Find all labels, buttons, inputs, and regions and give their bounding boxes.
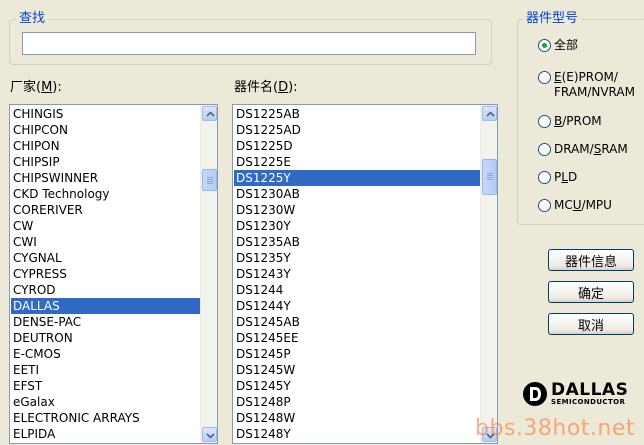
- device-type-option[interactable]: MCU/MPU: [538, 198, 612, 213]
- manufacturer-list-item[interactable]: CORERIVER: [11, 202, 200, 218]
- device-list-item[interactable]: DS1244: [234, 282, 480, 298]
- dallas-logo-icon: [523, 382, 547, 406]
- device-type-legend: 器件型号: [523, 11, 582, 26]
- device-list-item[interactable]: DS1225Y: [234, 170, 480, 186]
- chevron-up-icon: [206, 111, 215, 117]
- device-type-option[interactable]: 全部: [538, 38, 578, 53]
- device-scrollbar[interactable]: [480, 105, 497, 443]
- manufacturer-list: CHINGIS CHIPCON CHIPON CHIPSIP CHIPSWINNER CK…: [11, 106, 200, 442]
- radio-button[interactable]: [538, 143, 551, 156]
- device-list-item[interactable]: DS1244Y: [234, 298, 480, 314]
- radio-button[interactable]: [538, 199, 551, 212]
- radio-label: PLD: [554, 170, 578, 184]
- search-group-legend: 查找: [16, 11, 49, 26]
- manufacturer-list-item[interactable]: CWI: [11, 234, 200, 250]
- manufacturer-list-item[interactable]: DEUTRON: [11, 330, 200, 346]
- manufacturer-list-item[interactable]: CHINGIS: [11, 106, 200, 122]
- manufacturer-list-item[interactable]: EFST: [11, 378, 200, 394]
- device-list-item[interactable]: DS1230Y: [234, 218, 480, 234]
- device-list-item[interactable]: DS1248Y: [234, 426, 480, 442]
- manufacturer-list-item[interactable]: CYROD: [11, 282, 200, 298]
- radio-button[interactable]: [538, 171, 551, 184]
- manufacturer-list-item[interactable]: ELECTRONIC ARRAYS: [11, 410, 200, 426]
- manufacturer-scroll-up-button[interactable]: [202, 106, 217, 121]
- device-info-button[interactable]: 器件信息: [548, 249, 634, 271]
- chevron-up-icon: [486, 111, 495, 117]
- radio-button[interactable]: [538, 71, 551, 84]
- manufacturer-list-item[interactable]: CHIPON: [11, 138, 200, 154]
- radio-button[interactable]: [538, 39, 551, 52]
- manufacturer-label: 厂家(M):: [10, 80, 62, 95]
- device-list-item[interactable]: DS1225AB: [234, 106, 480, 122]
- device-list-item[interactable]: DS1230AB: [234, 186, 480, 202]
- manufacturer-list-item[interactable]: CHIPSWINNER: [11, 170, 200, 186]
- ok-button[interactable]: 确定: [548, 281, 634, 303]
- radio-label: 全部: [554, 38, 579, 52]
- manufacturer-list-item[interactable]: CW: [11, 218, 200, 234]
- device-list-item[interactable]: DS1245P: [234, 346, 480, 362]
- logo-subtitle: SEMICONDUCTOR: [551, 398, 626, 406]
- manufacturer-list-item[interactable]: DENSE-PAC: [11, 314, 200, 330]
- cancel-button[interactable]: 取消: [548, 313, 634, 335]
- device-scroll-up-button[interactable]: [482, 106, 497, 121]
- manufacturer-list-item[interactable]: CYGNAL: [11, 250, 200, 266]
- device-list: DS1225AB DS1225AD DS1225D DS1225E DS1225Y DS1…: [234, 106, 480, 442]
- device-type-option[interactable]: B/PROM: [538, 114, 602, 129]
- manufacturer-scroll-thumb[interactable]: [202, 169, 217, 191]
- watermark-text: bbs.38hot.net: [475, 416, 636, 441]
- device-type-option[interactable]: DRAM/SRAM: [538, 142, 628, 157]
- device-type-option[interactable]: PLD: [538, 170, 577, 185]
- device-list-item[interactable]: DS1230W: [234, 202, 480, 218]
- device-list-item[interactable]: DS1245W: [234, 362, 480, 378]
- device-list-item[interactable]: DS1225AD: [234, 122, 480, 138]
- radio-label: B/PROM: [554, 114, 602, 128]
- device-type-option[interactable]: E(E)PROM/FRAM/NVRAM: [538, 70, 635, 100]
- manufacturer-list-item[interactable]: CHIPCON: [11, 122, 200, 138]
- device-list-item[interactable]: DS1248P: [234, 394, 480, 410]
- radio-label: MCU/MPU: [554, 198, 612, 212]
- device-list-item[interactable]: DS1235AB: [234, 234, 480, 250]
- manufacturer-list-item[interactable]: eGalax: [11, 394, 200, 410]
- manufacturer-list-item[interactable]: E-CMOS: [11, 346, 200, 362]
- manufacturer-scroll-down-button[interactable]: [202, 427, 217, 442]
- device-list-item[interactable]: DS1245Y: [234, 378, 480, 394]
- manufacturer-list-item[interactable]: EETI: [11, 362, 200, 378]
- device-label: 器件名(D):: [234, 80, 298, 95]
- device-list-item[interactable]: DS1225E: [234, 154, 480, 170]
- radio-label: DRAM/SRAM: [554, 142, 628, 156]
- manufacturer-list-item[interactable]: DALLAS: [11, 298, 200, 314]
- dallas-logo: DALLAS SEMICONDUCTOR: [522, 381, 628, 407]
- chevron-down-icon: [206, 433, 215, 439]
- manufacturer-list-item[interactable]: CKD Technology: [11, 186, 200, 202]
- device-list-item[interactable]: DS1245AB: [234, 314, 480, 330]
- manufacturer-list-item[interactable]: CHIPSIP: [11, 154, 200, 170]
- manufacturer-list-item[interactable]: CYPRESS: [11, 266, 200, 282]
- device-list-item[interactable]: DS1245EE: [234, 330, 480, 346]
- device-list-item[interactable]: DS1235Y: [234, 250, 480, 266]
- device-scroll-thumb[interactable]: [482, 159, 497, 195]
- radio-button[interactable]: [538, 115, 551, 128]
- manufacturer-list-item[interactable]: ELPIDA: [11, 426, 200, 442]
- logo-wordmark: DALLAS: [551, 380, 629, 400]
- device-listbox[interactable]: DS1225AB DS1225AD DS1225D DS1225E DS1225Y DS1…: [232, 104, 498, 444]
- device-list-item[interactable]: DS1225D: [234, 138, 480, 154]
- radio-selected-dot: [542, 43, 547, 48]
- manufacturer-scrollbar[interactable]: [200, 105, 217, 443]
- radio-label: E(E)PROM/FRAM/NVRAM: [554, 70, 635, 99]
- device-list-item[interactable]: DS1243Y: [234, 266, 480, 282]
- manufacturer-listbox[interactable]: CHINGIS CHIPCON CHIPON CHIPSIP CHIPSWINNER CK…: [9, 104, 218, 444]
- search-input[interactable]: [22, 32, 476, 55]
- device-list-item[interactable]: DS1248W: [234, 410, 480, 426]
